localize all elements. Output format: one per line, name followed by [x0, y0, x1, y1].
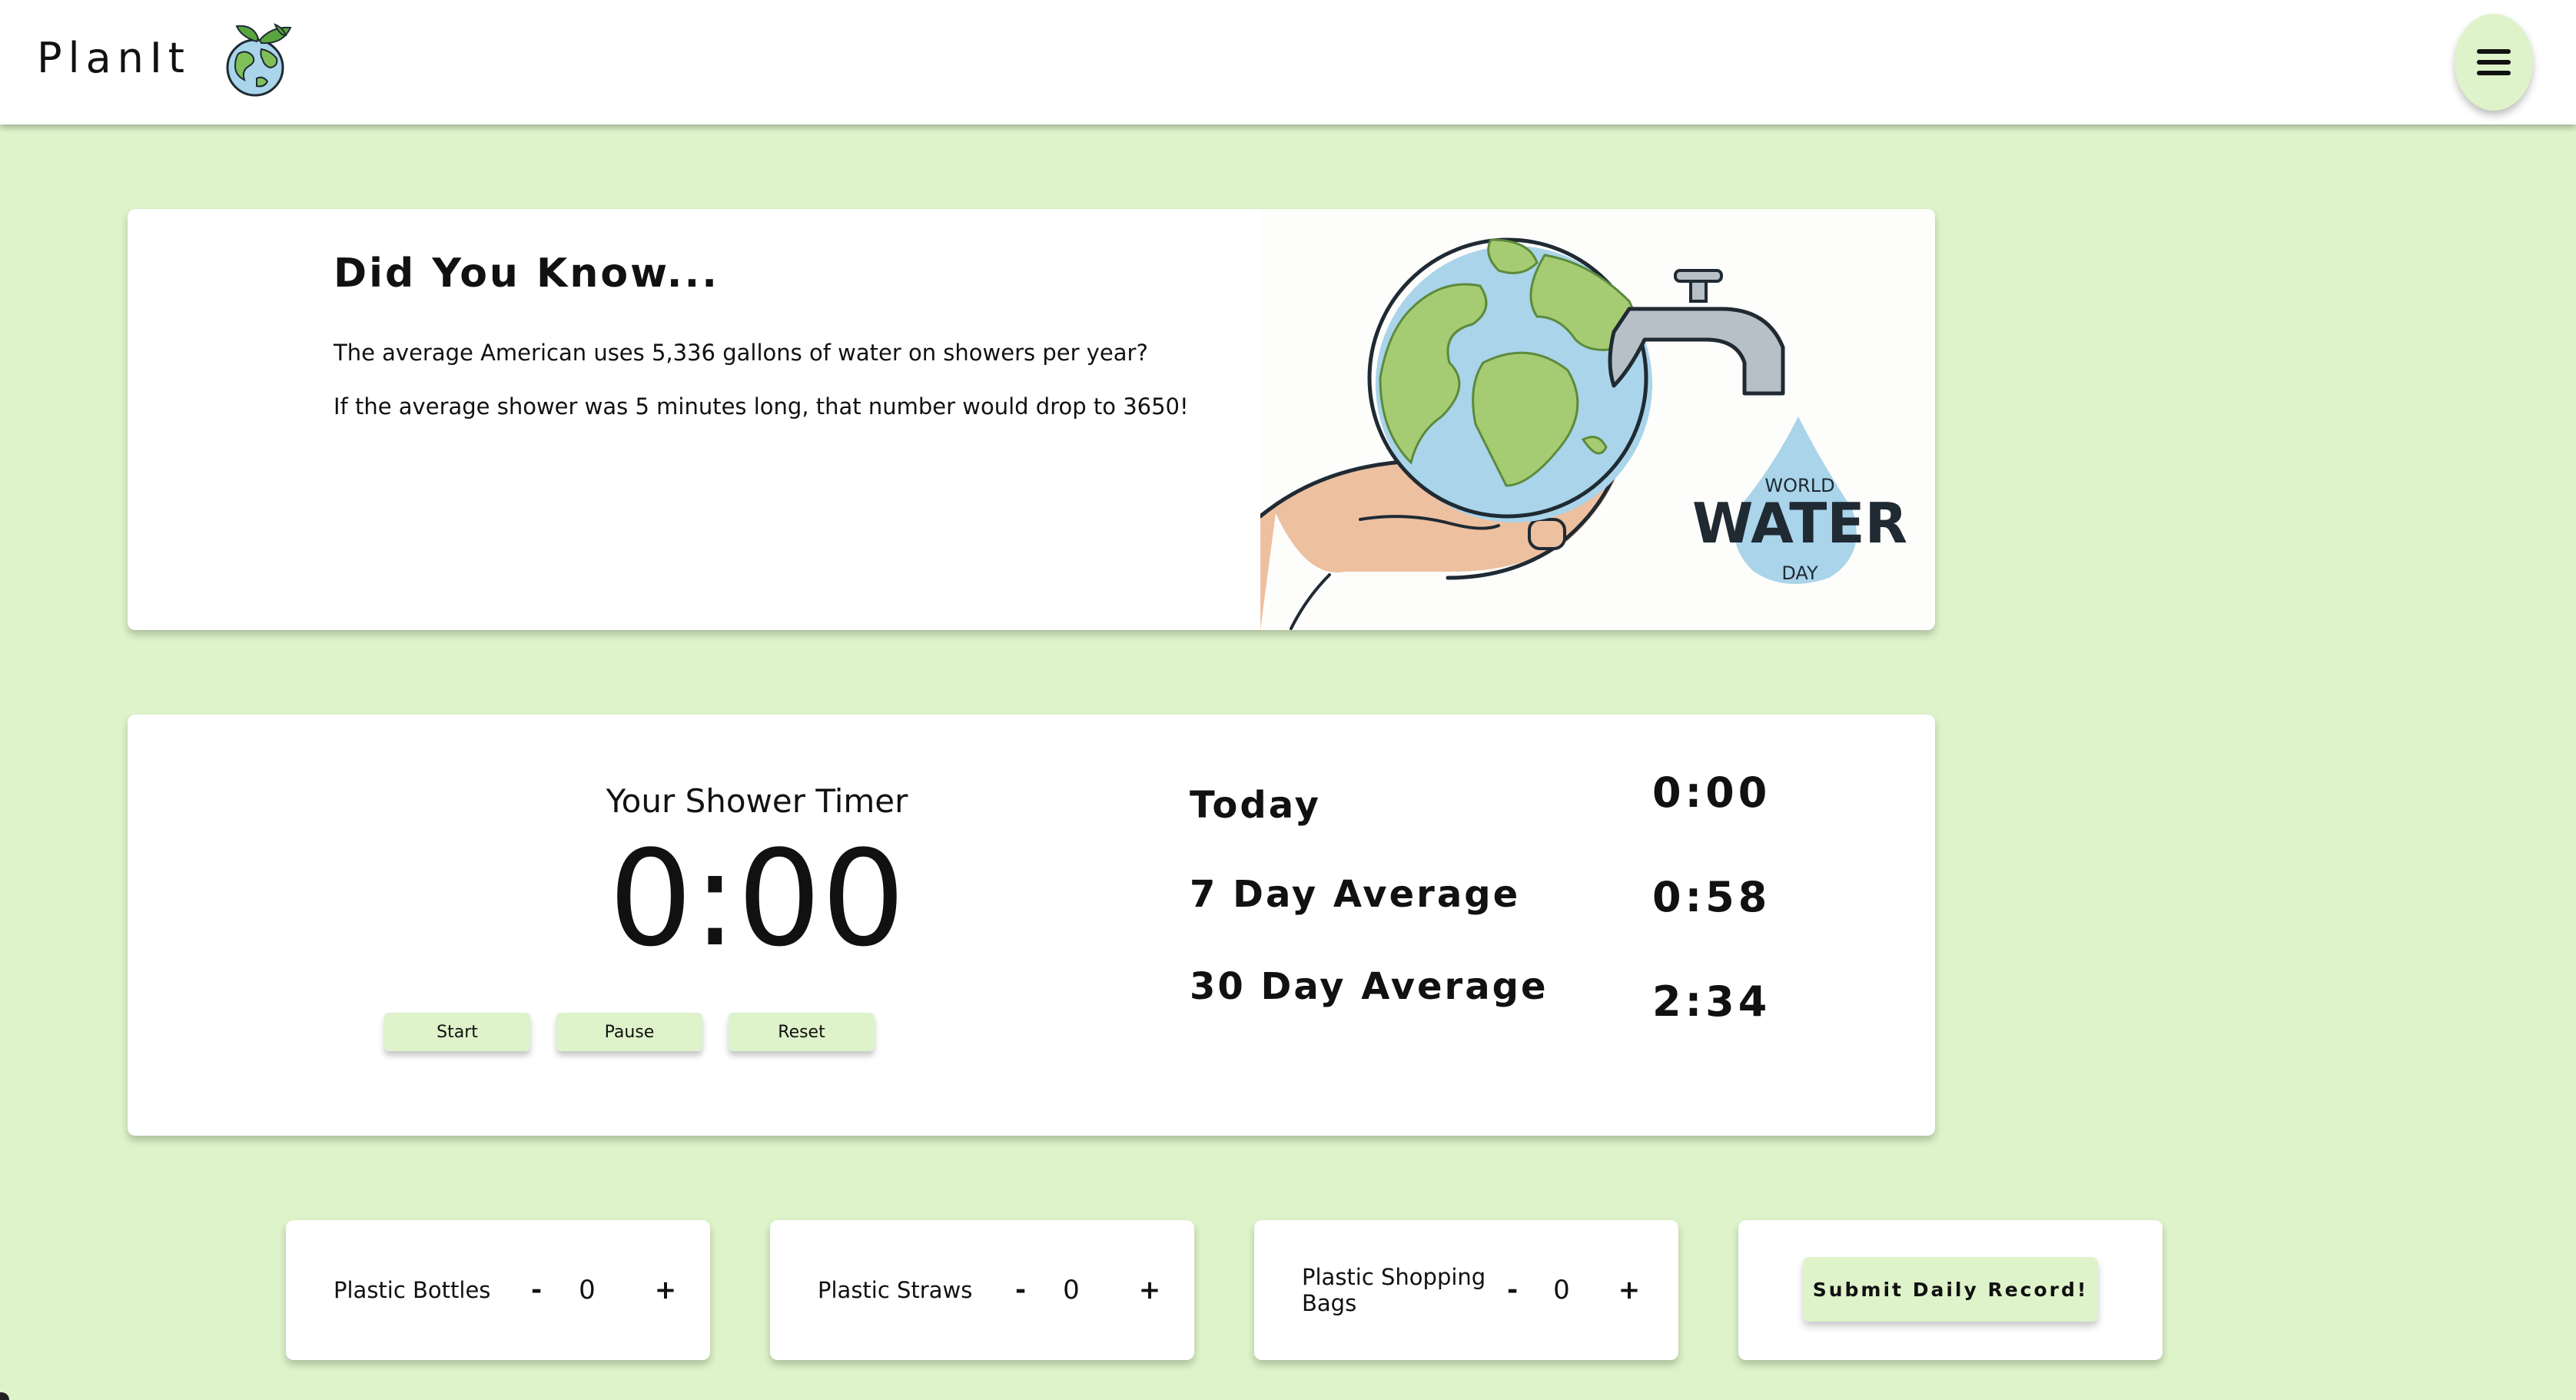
stat-7-day-label: 7 Day Average	[1190, 873, 1521, 916]
stat-30-day-value: 2:34	[1652, 977, 1771, 1026]
badge-water-text: WATER	[1692, 491, 1907, 556]
submit-daily-record-button[interactable]: Submit Daily Record!	[1803, 1257, 2098, 1322]
did-you-know-title: Did You Know...	[334, 250, 720, 297]
decrement-button[interactable]: -	[1497, 1220, 1528, 1360]
submit-card: Submit Daily Record!	[1738, 1220, 2163, 1360]
plastic-bottles-card: Plastic Bottles - 0 +	[286, 1220, 710, 1360]
decrement-button[interactable]: -	[1005, 1220, 1036, 1360]
fact-text: If the average shower was 5 minutes long…	[334, 393, 1189, 420]
badge-day-text: DAY	[1781, 562, 1818, 584]
increment-button[interactable]: +	[650, 1220, 681, 1360]
world-water-day-illustration: WORLD WATER DAY	[1258, 209, 1935, 630]
shower-timer-card: Your Shower Timer 0:00 Start Pause Reset…	[128, 715, 1935, 1136]
counter-value: 0	[1063, 1275, 1080, 1305]
stat-7-day-value: 0:58	[1652, 873, 1771, 921]
counter-label: Plastic Straws	[818, 1277, 973, 1303]
menu-button[interactable]	[2455, 14, 2533, 111]
counter-value: 0	[1553, 1275, 1570, 1305]
timer-label: Your Shower Timer	[606, 782, 908, 820]
stat-30-day-label: 30 Day Average	[1190, 965, 1549, 1008]
reset-button[interactable]: Reset	[729, 1013, 875, 1051]
earth-with-leaves-icon[interactable]	[221, 23, 298, 100]
stat-today-value: 0:00	[1652, 768, 1771, 817]
hamburger-menu-icon	[2477, 49, 2511, 75]
pause-button[interactable]: Pause	[556, 1013, 702, 1051]
increment-button[interactable]: +	[1134, 1220, 1165, 1360]
counter-label: Plastic Shopping Bags	[1302, 1264, 1486, 1316]
counter-label: Plastic Bottles	[334, 1277, 491, 1303]
fact-text: The average American uses 5,336 gallons …	[334, 340, 1148, 366]
top-nav: PlanIt	[0, 0, 2576, 124]
window-corner	[0, 1392, 9, 1400]
counter-value: 0	[579, 1275, 596, 1305]
timer-display: 0:00	[608, 821, 906, 976]
start-button[interactable]: Start	[384, 1013, 530, 1051]
plastic-shopping-bags-card: Plastic Shopping Bags - 0 +	[1254, 1220, 1678, 1360]
app-name[interactable]: PlanIt	[37, 34, 191, 82]
plastic-straws-card: Plastic Straws - 0 +	[770, 1220, 1194, 1360]
stat-today-label: Today	[1190, 784, 1321, 827]
decrement-button[interactable]: -	[521, 1220, 552, 1360]
did-you-know-card: Did You Know... The average American use…	[128, 209, 1935, 630]
increment-button[interactable]: +	[1614, 1220, 1645, 1360]
